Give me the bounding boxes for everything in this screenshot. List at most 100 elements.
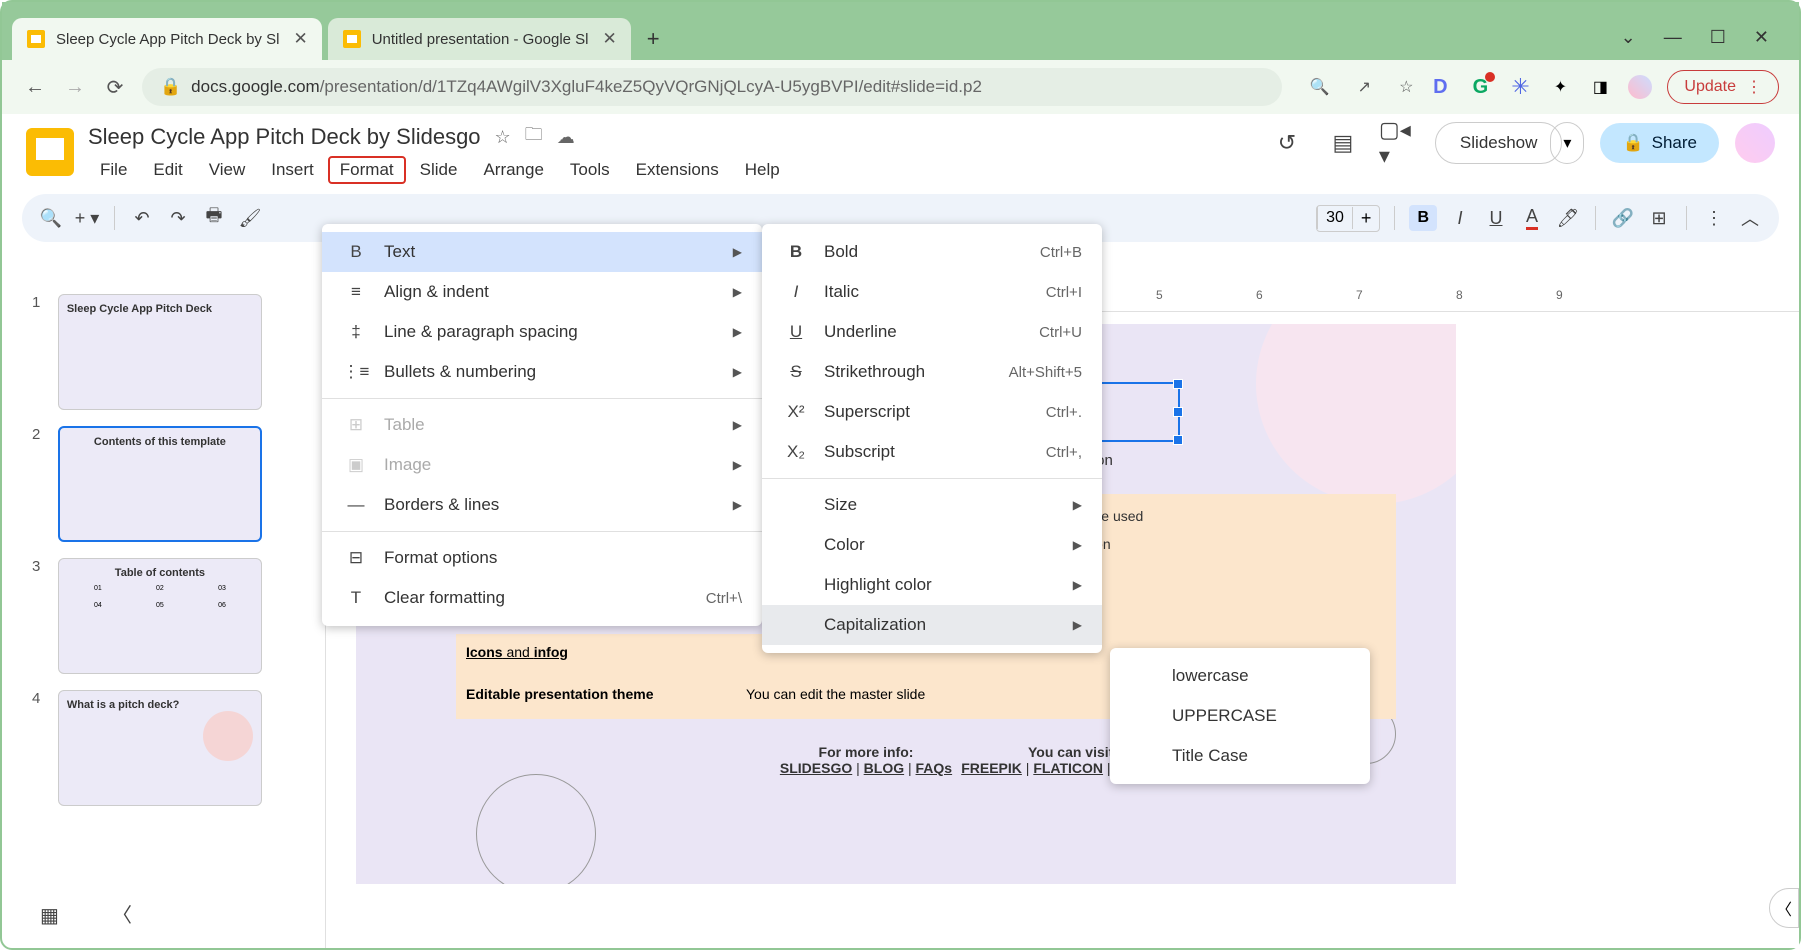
menu-insert[interactable]: Insert	[259, 156, 326, 184]
app-header: Sleep Cycle App Pitch Deck by Slidesgo ☆…	[2, 114, 1799, 184]
account-avatar[interactable]	[1735, 123, 1775, 163]
lock-icon: 🔒	[1622, 133, 1643, 153]
menu-edit[interactable]: Edit	[141, 156, 194, 184]
text-menu-item[interactable]: Highlight color▶	[762, 565, 1102, 605]
back-button[interactable]: ←	[22, 74, 48, 100]
slide-thumbnail[interactable]: Sleep Cycle App Pitch Deck	[58, 294, 262, 410]
paint-format-button[interactable]: 🖌	[237, 205, 263, 231]
text-menu-item[interactable]: Color▶	[762, 525, 1102, 565]
bookmark-star-icon[interactable]: ☆	[1399, 77, 1413, 97]
maximize-icon[interactable]: ☐	[1710, 27, 1726, 48]
move-folder-icon[interactable]: 🗀	[525, 122, 543, 152]
capitalization-menu-item[interactable]: Title Case	[1110, 736, 1370, 776]
document-title[interactable]: Sleep Cycle App Pitch Deck by Slidesgo	[88, 124, 481, 150]
slide-thumb-row[interactable]: 1 Sleep Cycle App Pitch Deck	[32, 294, 262, 410]
menu-extensions[interactable]: Extensions	[624, 156, 731, 184]
lock-icon: 🔒	[160, 77, 181, 97]
font-size-value[interactable]: 30	[1317, 207, 1353, 229]
text-color-button[interactable]: A	[1519, 205, 1545, 231]
text-menu-item[interactable]: Size▶	[762, 485, 1102, 525]
redo-button[interactable]: ↷	[165, 205, 191, 231]
slides-logo-icon[interactable]	[26, 128, 74, 176]
format-menu-item: ⊞Table▶	[322, 405, 762, 445]
chevron-down-icon[interactable]: ⌄	[1621, 27, 1636, 48]
highlight-button[interactable]: 🖊	[1555, 205, 1581, 231]
zoom-icon[interactable]: 🔍	[1310, 77, 1330, 97]
slideshow-button[interactable]: Slideshow	[1435, 122, 1563, 164]
profile-avatar-icon[interactable]	[1627, 74, 1653, 100]
share-button[interactable]: 🔒 Share	[1600, 123, 1719, 163]
filmstrip-back-button[interactable]: 〈	[112, 899, 132, 928]
new-slide-button[interactable]: + ▾	[74, 205, 100, 231]
format-menu-item[interactable]: ⋮≡Bullets & numbering▶	[322, 352, 762, 392]
menu-arrange[interactable]: Arrange	[471, 156, 555, 184]
underline-button[interactable]: U	[1483, 205, 1509, 231]
extensions-puzzle-icon[interactable]: ✦	[1547, 74, 1573, 100]
share-url-icon[interactable]: ↗	[1358, 77, 1371, 97]
star-icon[interactable]: ☆	[495, 127, 511, 148]
text-menu-item[interactable]: X²SuperscriptCtrl+.	[762, 392, 1102, 432]
menu-help[interactable]: Help	[733, 156, 792, 184]
cloud-status-icon[interactable]: ☁	[557, 127, 575, 148]
address-bar[interactable]: 🔒 docs.google.com /presentation/d/1TZq4A…	[142, 68, 1282, 106]
font-size-control: 30 +	[1316, 205, 1380, 232]
capitalization-menu-item[interactable]: lowercase	[1110, 656, 1370, 696]
browser-tab[interactable]: Untitled presentation - Google Sl ✕	[328, 18, 631, 60]
minimize-icon[interactable]: —	[1664, 27, 1682, 48]
slide-thumb-row[interactable]: 3 Table of contents010203040506	[32, 558, 262, 674]
slide-thumb-row[interactable]: 2 Contents of this template	[32, 426, 262, 542]
slide-filmstrip[interactable]: 1 Sleep Cycle App Pitch Deck 2 Contents …	[2, 284, 292, 948]
slide-thumbnail[interactable]: What is a pitch deck?	[58, 690, 262, 806]
slide-thumbnail[interactable]: Table of contents010203040506	[58, 558, 262, 674]
menu-view[interactable]: View	[197, 156, 258, 184]
slideshow-dropdown[interactable]: ▾	[1550, 122, 1584, 164]
slide-thumbnail[interactable]: Contents of this template	[58, 426, 262, 542]
reload-button[interactable]: ⟳	[102, 74, 128, 100]
text-menu-item[interactable]: BBoldCtrl+B	[762, 232, 1102, 272]
history-icon[interactable]: ↺	[1267, 123, 1307, 163]
text-menu-item[interactable]: Capitalization▶	[762, 605, 1102, 645]
capitalization-menu-item[interactable]: UPPERCASE	[1110, 696, 1370, 736]
slides-favicon	[342, 29, 362, 49]
slides-favicon	[26, 29, 46, 49]
text-menu-item[interactable]: UUnderlineCtrl+U	[762, 312, 1102, 352]
format-menu-item[interactable]: ≡Align & indent▶	[322, 272, 762, 312]
format-menu-item[interactable]: ⊟Format options	[322, 538, 762, 578]
bold-button[interactable]: B	[1409, 205, 1437, 231]
format-menu-item[interactable]: —Borders & lines▶	[322, 485, 762, 525]
close-icon[interactable]: ✕	[603, 29, 617, 49]
format-menu-item[interactable]: TClear formattingCtrl+\	[322, 578, 762, 618]
extension-grammarly-icon[interactable]: G	[1467, 74, 1493, 100]
comments-icon[interactable]: ▤	[1323, 123, 1363, 163]
side-panel-icon[interactable]: ◨	[1587, 74, 1613, 100]
menu-slide[interactable]: Slide	[408, 156, 470, 184]
extension-d-icon[interactable]: D	[1427, 74, 1453, 100]
add-comment-button[interactable]: ⊞	[1646, 205, 1672, 231]
print-button[interactable]: 🖶	[201, 205, 227, 231]
text-menu-item[interactable]: X₂SubscriptCtrl+,	[762, 432, 1102, 472]
format-menu-item[interactable]: ‡Line & paragraph spacing▶	[322, 312, 762, 352]
italic-button[interactable]: I	[1447, 205, 1473, 231]
search-menus-icon[interactable]: 🔍	[38, 205, 64, 231]
close-window-icon[interactable]: ✕	[1754, 27, 1769, 48]
new-tab-button[interactable]: +	[647, 26, 660, 60]
slide-thumb-row[interactable]: 4 What is a pitch deck?	[32, 690, 262, 806]
menu-file[interactable]: File	[88, 156, 139, 184]
menu-format[interactable]: Format	[328, 156, 406, 184]
text-menu-item[interactable]: SStrikethroughAlt+Shift+5	[762, 352, 1102, 392]
close-icon[interactable]: ✕	[293, 29, 307, 49]
font-size-increase[interactable]: +	[1353, 206, 1380, 231]
collapse-toolbar-button[interactable]: ︿	[1737, 205, 1763, 231]
update-button[interactable]: Update ⋮	[1667, 70, 1779, 104]
text-menu-item[interactable]: IItalicCtrl+I	[762, 272, 1102, 312]
undo-button[interactable]: ↶	[129, 205, 155, 231]
grid-view-button[interactable]: ▦	[40, 903, 59, 928]
browser-toolbar: ← → ⟳ 🔒 docs.google.com /presentation/d/…	[2, 60, 1799, 114]
format-menu-item[interactable]: BText▶	[322, 232, 762, 272]
menu-tools[interactable]: Tools	[558, 156, 622, 184]
meet-icon[interactable]: ▢◂ ▾	[1379, 123, 1419, 163]
extension-loom-icon[interactable]: ✳	[1507, 74, 1533, 100]
insert-link-button[interactable]: 🔗	[1610, 205, 1636, 231]
more-options-button[interactable]: ⋮	[1701, 205, 1727, 231]
browser-tab-active[interactable]: Sleep Cycle App Pitch Deck by Sl ✕	[12, 18, 322, 60]
